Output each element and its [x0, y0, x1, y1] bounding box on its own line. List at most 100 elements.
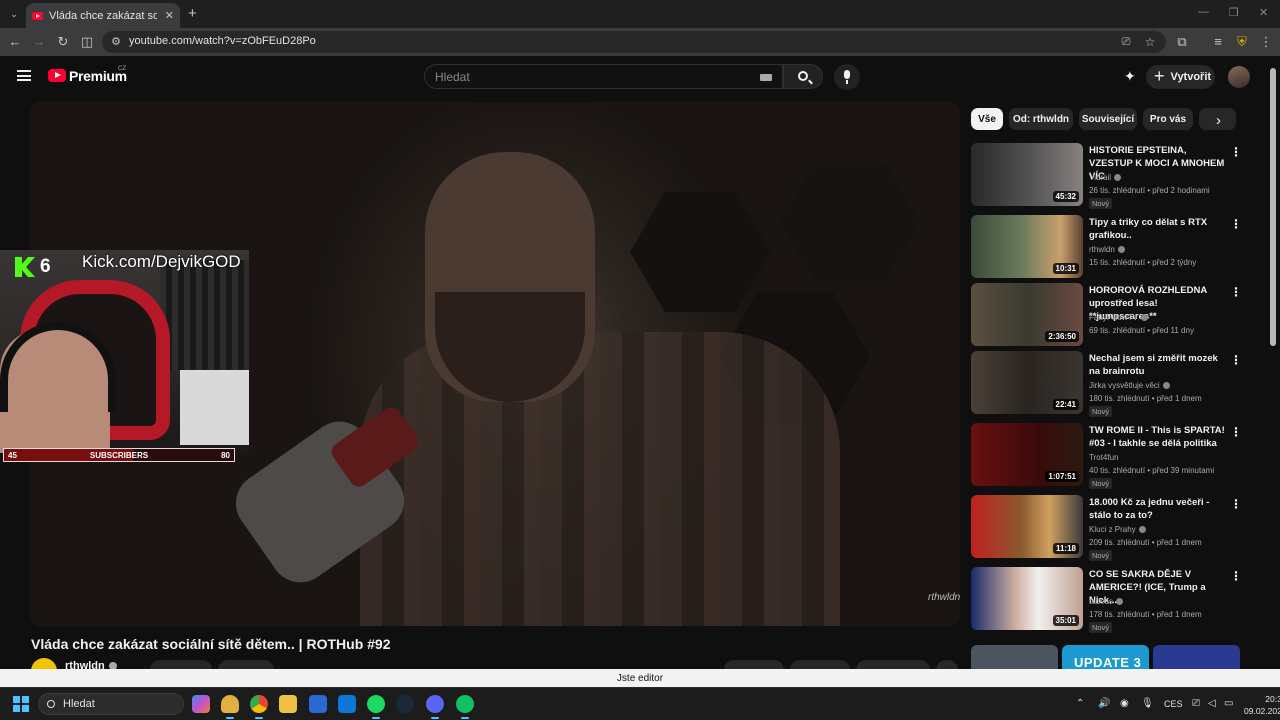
rec-channel-name: rthwldn	[1089, 245, 1115, 254]
browser-tab-active[interactable]: Vláda chce zakázat sociální sítě dětem..…	[26, 3, 180, 28]
game-launcher-icon[interactable]	[221, 695, 239, 719]
rec-more-kebab-icon[interactable]: ⋮	[1230, 425, 1242, 439]
file-explorer-icon[interactable]	[279, 695, 297, 713]
speaker-icon[interactable]: ◁	[1208, 698, 1216, 709]
rec-title[interactable]: Nechal jsem si změřit mozek na brainrotu	[1089, 352, 1225, 378]
restore-icon[interactable]: ❐	[1229, 6, 1239, 19]
windows-start-icon[interactable]	[13, 696, 29, 712]
input-language[interactable]: CES	[1164, 699, 1183, 709]
rec-more-kebab-icon[interactable]: ⋮	[1230, 285, 1242, 299]
rec-title[interactable]: 18.000 Kč za jednu večeři - stálo to za …	[1089, 496, 1225, 522]
recommendation-item[interactable]: 22:41 Nechal jsem si změřit mozek na bra…	[971, 351, 1242, 417]
rec-thumbnail[interactable]: 1:07:51	[971, 423, 1083, 486]
network-icon[interactable]: ⎚	[1192, 698, 1200, 709]
rec-channel-name: tadeas	[1089, 597, 1114, 606]
rec-thumbnail[interactable]: 35:01	[971, 567, 1083, 630]
youtube-logo-icon[interactable]	[48, 69, 66, 82]
game-bar-icon[interactable]: ◉	[1120, 698, 1129, 709]
chip-from-channel[interactable]: Od: rthwldn	[1009, 108, 1073, 130]
chip-for-you[interactable]: Pro vás	[1143, 108, 1193, 130]
recommendation-item[interactable]: 11:18 18.000 Kč za jednu večeři - stálo …	[971, 495, 1242, 561]
recommendation-item[interactable]: 45:32 HISTORIE EPSTEINA, VZESTUP K MOCI …	[971, 143, 1242, 209]
taskbar-search[interactable]: Hledat	[38, 693, 184, 715]
battery-icon[interactable]: ▭	[1224, 698, 1233, 709]
microphone-icon[interactable]: 🎙	[1141, 698, 1154, 709]
rec-channel[interactable]: Kluci z Prahy	[1089, 525, 1146, 534]
rec-thumbnail[interactable]: 22:41	[971, 351, 1083, 414]
rec-thumbnail[interactable]: 45:32	[971, 143, 1083, 206]
hamburger-menu-icon[interactable]	[17, 70, 31, 81]
rec-more-kebab-icon[interactable]: ⋮	[1230, 145, 1242, 159]
rec-more-kebab-icon[interactable]: ⋮	[1230, 217, 1242, 231]
recommendation-item[interactable]: 1:07:51 TW ROME II - This is SPARTA! #03…	[971, 423, 1242, 489]
chip-all[interactable]: Vše	[971, 108, 1003, 130]
streamer-webcam-overlay	[0, 250, 249, 453]
rec-more-kebab-icon[interactable]: ⋮	[1230, 497, 1242, 511]
rec-channel[interactable]: tadeas	[1089, 597, 1124, 606]
shelf-thumbnail[interactable]	[971, 645, 1058, 670]
rec-thumbnail[interactable]: 2:36:50	[971, 283, 1083, 346]
tray-overflow-chevron-icon[interactable]: ⌃	[1076, 698, 1084, 709]
keyboard-icon[interactable]	[760, 74, 772, 81]
bookmark-star-icon[interactable]: ☆	[1142, 34, 1158, 50]
mail-icon[interactable]	[338, 695, 356, 713]
shelf-thumbnail[interactable]	[1153, 645, 1240, 670]
cast-icon[interactable]: ⎚	[1118, 34, 1134, 50]
app-green-icon[interactable]	[456, 695, 474, 719]
search-button[interactable]	[783, 64, 823, 89]
discord-icon[interactable]	[426, 695, 444, 719]
profile-shield-icon[interactable]: ⛨	[1234, 34, 1250, 50]
rec-more-kebab-icon[interactable]: ⋮	[1230, 353, 1242, 367]
site-info-icon[interactable]: ⚙	[108, 34, 124, 50]
rec-thumbnail[interactable]: 11:18	[971, 495, 1083, 558]
scrollbar-thumb[interactable]	[1270, 68, 1276, 346]
rec-more-kebab-icon[interactable]: ⋮	[1230, 569, 1242, 583]
voice-search-mic-icon[interactable]	[834, 64, 860, 90]
create-button[interactable]: + Vytvořit	[1146, 65, 1215, 89]
forward-arrow-icon[interactable]: →	[31, 34, 47, 50]
menu-kebab-icon[interactable]: ⋮	[1258, 34, 1274, 50]
steam-icon[interactable]	[396, 695, 414, 713]
recommendation-item[interactable]: 2:36:50 HOROROVÁ ROZHLEDNA uprostřed les…	[971, 283, 1242, 347]
new-tab-plus-icon[interactable]: +	[188, 5, 197, 22]
spotify-icon[interactable]	[367, 695, 385, 719]
rec-title[interactable]: TW ROME II - This is SPARTA! #03 - I tak…	[1089, 424, 1225, 450]
chips-next-chevron-icon[interactable]: ›	[1216, 112, 1221, 129]
microsoft-store-icon[interactable]	[309, 695, 327, 713]
copilot-icon[interactable]	[192, 695, 210, 713]
recommendation-item[interactable]: 10:31 Tipy a triky co dělat s RTX grafik…	[971, 215, 1242, 279]
rec-channel[interactable]: Vidrail	[1089, 173, 1122, 182]
search-input[interactable]: Hledat	[424, 64, 783, 89]
address-bar[interactable]: ⚙ youtube.com/watch?v=zObFEuD28Po ⎚ ☆	[102, 31, 1166, 53]
reload-icon[interactable]: ↻	[55, 34, 71, 50]
recommendation-item[interactable]: 35:01 CO SE SAKRA DĚJE V AMERICE?! (ICE,…	[971, 567, 1242, 633]
reading-list-icon[interactable]: ≡	[1210, 34, 1226, 50]
rec-title[interactable]: Tipy a triky co dělat s RTX grafikou..	[1089, 216, 1225, 242]
browser-tab-strip: ⌄ Vláda chce zakázat sociální sítě dětem…	[0, 0, 1280, 28]
page-scrollbar[interactable]	[1270, 60, 1276, 665]
rec-channel-name: Jirka vysvětluje věci	[1089, 381, 1160, 390]
tab-close-icon[interactable]: ✕	[165, 9, 174, 22]
account-avatar[interactable]	[1228, 66, 1250, 88]
rec-channel[interactable]: FattyPillowTV	[1089, 313, 1148, 322]
rec-channel-name: Trot4fun	[1089, 453, 1119, 462]
tab-search-chevron-icon[interactable]: ⌄	[4, 4, 24, 24]
video-frame-shirt	[360, 332, 840, 626]
rec-channel[interactable]: Trot4fun	[1089, 453, 1119, 462]
back-arrow-icon[interactable]: ←	[7, 34, 23, 50]
chrome-icon[interactable]	[250, 695, 268, 719]
system-clock[interactable]: 20:31 09.02.2026	[1244, 693, 1280, 717]
verified-icon	[1117, 246, 1125, 254]
close-window-icon[interactable]: ✕	[1259, 6, 1268, 19]
extensions-icon[interactable]: ⧉	[1174, 34, 1190, 50]
kick-viewer-count: 6	[40, 256, 51, 277]
rec-channel[interactable]: Jirka vysvětluje věci	[1089, 381, 1170, 390]
minimize-icon[interactable]: —	[1198, 6, 1209, 18]
acoustic-panel	[780, 162, 920, 282]
chip-related[interactable]: Související	[1079, 108, 1137, 130]
rec-thumbnail[interactable]: 10:31	[971, 215, 1083, 278]
ai-assistant-icon[interactable]: ✦	[1124, 68, 1136, 85]
rec-channel[interactable]: rthwldn	[1089, 245, 1125, 254]
volume-icon[interactable]: 🔊	[1098, 698, 1110, 709]
split-view-icon[interactable]: ◫	[79, 34, 95, 50]
